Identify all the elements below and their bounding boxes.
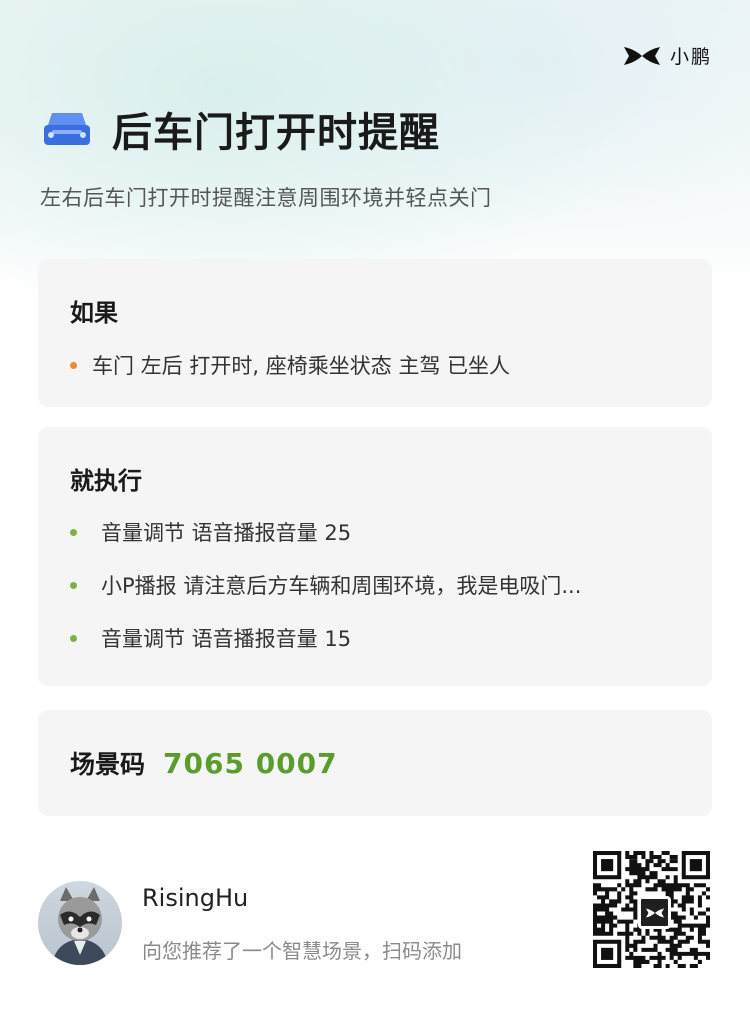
xpeng-logo-icon	[623, 46, 660, 65]
brand-name: 小鹏	[669, 46, 712, 68]
action-text: 音量调节 语音播报音量 15	[101, 627, 352, 651]
xpeng-logo-icon	[638, 896, 671, 929]
action-text: 小P播报 请注意后方车辆和周围环境，我是电吸门...	[101, 574, 582, 598]
bullet-dot	[70, 529, 77, 536]
page-header: 后车门打开时提醒	[42, 100, 440, 158]
actions-heading: 就执行	[70, 467, 142, 495]
condition-text: 车门 左后 打开时, 座椅乘坐状态 主驾 已坐人	[92, 354, 511, 378]
raccoon-avatar	[38, 881, 122, 965]
brand-logo: 小鹏	[622, 42, 712, 69]
actions-card: 就执行 音量调节 语音播报音量 25 小P播报 请注意后方车辆和周围环境，我是电…	[38, 427, 712, 686]
condition-list: 车门 左后 打开时, 座椅乘坐状态 主驾 已坐人	[70, 350, 680, 380]
bullet-dot	[70, 635, 77, 642]
condition-card: 如果 车门 左后 打开时, 座椅乘坐状态 主驾 已坐人	[38, 259, 712, 407]
scene-code-card: 场景码 7065 0007	[38, 710, 712, 816]
car-icon	[44, 113, 90, 145]
action-text: 音量调节 语音播报音量 25	[101, 521, 352, 545]
action-item: 小P播报 请注意后方车辆和周围环境，我是电吸门...	[70, 569, 680, 622]
action-item: 音量调节 语音播报音量 25	[70, 516, 680, 569]
user-name: RisingHu	[142, 884, 249, 912]
bullet-dot	[70, 362, 77, 369]
page-subtitle: 左右后车门打开时提醒注意周围环境并轻点关门	[40, 186, 492, 210]
scene-code-label: 场景码	[70, 750, 146, 779]
actions-list: 音量调节 语音播报音量 25 小P播报 请注意后方车辆和周围环境，我是电吸门..…	[70, 516, 680, 675]
action-item: 音量调节 语音播报音量 15	[70, 622, 680, 675]
condition-item: 车门 左后 打开时, 座椅乘坐状态 主驾 已坐人	[70, 350, 680, 380]
scene-code-value[interactable]: 7065 0007	[163, 747, 338, 780]
bullet-dot	[70, 582, 77, 589]
recommend-text: 向您推荐了一个智慧场景，扫码添加	[142, 939, 462, 963]
condition-heading: 如果	[70, 299, 118, 327]
page-title: 后车门打开时提醒	[112, 110, 440, 156]
qr-code-icon[interactable]	[593, 851, 710, 968]
